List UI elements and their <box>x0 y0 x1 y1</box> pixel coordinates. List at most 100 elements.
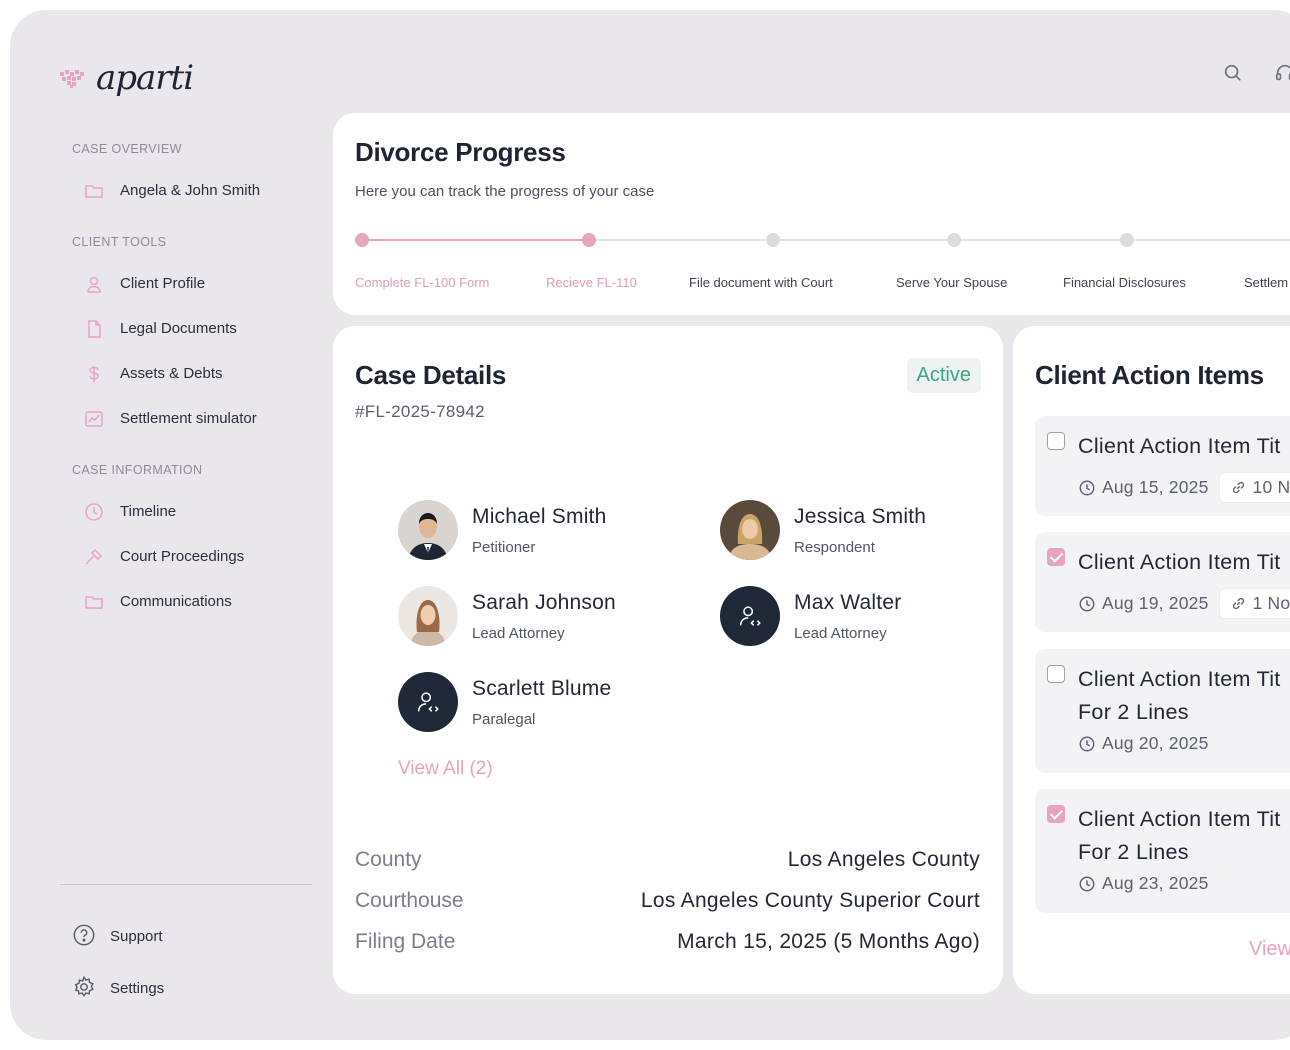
sidebar-item-label: Support <box>110 927 163 945</box>
sidebar-item-settings[interactable]: Settings <box>72 962 164 1014</box>
folder-icon <box>84 181 104 201</box>
sidebar-item-label: Timeline <box>120 503 177 520</box>
person-name: Scarlett Blume <box>472 676 612 700</box>
notes-chip[interactable]: 1 No <box>1218 588 1290 619</box>
search-icon[interactable] <box>1222 62 1246 86</box>
person-role: Respondent <box>794 538 875 556</box>
sidebar-item-label: Settlement simulator <box>120 410 257 427</box>
action-item-meta: Aug 23, 2025 <box>1078 873 1209 894</box>
info-key: Filing Date <box>355 930 456 953</box>
sidebar-item-communications[interactable]: Communications <box>60 579 315 624</box>
action-item-title: Client Action Item Tit For 2 Lines <box>1078 667 1281 724</box>
view-all-link[interactable]: View All (2) <box>398 758 493 780</box>
progress-step-dot[interactable] <box>1120 233 1134 247</box>
user-icon <box>84 274 104 294</box>
person-name: Max Walter <box>794 590 902 614</box>
sidebar-item-support[interactable]: Support <box>72 910 164 962</box>
person-card[interactable]: Michael Smith Petitioner <box>398 500 606 560</box>
document-icon <box>84 319 104 339</box>
info-value: Los Angeles County Superior Court <box>640 889 980 912</box>
action-items-card: Client Action Items Client Action Item T… <box>1013 326 1290 994</box>
action-item[interactable]: Client Action Item Tit Aug 15, 2025 10 N <box>1035 416 1290 516</box>
person-name: Michael Smith <box>472 504 607 528</box>
action-item[interactable]: Client Action Item Tit For 2 Lines Aug 23… <box>1035 789 1290 913</box>
progress-step-label[interactable]: Complete FL-100 Form <box>355 275 489 290</box>
notes-chip[interactable]: 10 N <box>1218 472 1290 503</box>
sidebar-divider <box>60 884 312 885</box>
info-row-county: County Los Angeles County <box>355 848 980 872</box>
dollar-icon <box>84 364 104 384</box>
action-item-title: Client Action Item Tit For 2 Lines <box>1078 807 1281 864</box>
action-item-date: Aug 23, 2025 <box>1102 873 1209 893</box>
progress-step-label[interactable]: Settlem <box>1244 275 1288 290</box>
sidebar-item-client-profile[interactable]: Client Profile <box>60 261 315 306</box>
sidebar-heading: CASE OVERVIEW <box>72 142 182 156</box>
link-icon <box>1232 597 1244 610</box>
gavel-icon <box>84 547 104 567</box>
view-all-actions-link[interactable]: View <box>1249 938 1290 961</box>
sidebar-heading: CLIENT TOOLS <box>72 235 167 249</box>
avatar <box>398 672 458 732</box>
brand-logo[interactable]: aparti <box>60 58 194 98</box>
progress-step-dot[interactable] <box>766 233 780 247</box>
sidebar-item-timeline[interactable]: Timeline <box>60 489 315 534</box>
progress-step-dot[interactable] <box>355 233 369 247</box>
top-toolbar <box>1222 62 1290 86</box>
checkbox[interactable] <box>1047 548 1065 566</box>
heart-logo-icon <box>60 70 84 88</box>
info-row-courthouse: Courthouse Los Angeles County Superior C… <box>355 889 980 913</box>
sidebar-item-assets-debts[interactable]: Assets & Debts <box>60 351 315 396</box>
case-number: #FL-2025-78942 <box>355 402 485 421</box>
clock-icon <box>1079 876 1095 891</box>
sidebar-item-settlement-simulator[interactable]: Settlement simulator <box>60 396 315 441</box>
link-icon <box>1232 481 1244 494</box>
avatar <box>720 500 780 560</box>
sidebar-item-label: Angela & John Smith <box>120 182 261 199</box>
person-role: Paralegal <box>472 710 536 728</box>
progress-line-completed <box>362 239 589 241</box>
person-card[interactable]: Jessica Smith Respondent <box>720 500 926 560</box>
chart-icon <box>84 409 104 429</box>
user-code-icon <box>739 606 761 626</box>
sidebar-item-label: Court Proceedings <box>120 548 245 565</box>
info-row-filing-date: Filing Date March 15, 2025 (5 Months Ago… <box>355 930 980 954</box>
action-item[interactable]: Client Action Item Tit For 2 Lines Aug 20… <box>1035 649 1290 773</box>
sidebar-item-label: Client Profile <box>120 275 206 292</box>
sidebar-item-label: Legal Documents <box>120 320 237 337</box>
brand-name: aparti <box>96 58 194 98</box>
avatar <box>720 586 780 646</box>
info-key: County <box>355 848 422 871</box>
action-item-meta: Aug 20, 2025 <box>1078 733 1209 754</box>
sidebar-section-case-overview: CASE OVERVIEW Angela & John Smith <box>60 142 315 213</box>
person-name: Sarah Johnson <box>472 590 616 614</box>
info-value: March 15, 2025 (5 Months Ago) <box>677 930 980 953</box>
action-item-date: Aug 20, 2025 <box>1102 733 1209 753</box>
headset-icon[interactable] <box>1274 62 1290 86</box>
person-card[interactable]: Scarlett Blume Paralegal <box>398 672 611 732</box>
progress-step-label[interactable]: File document with Court <box>689 275 833 290</box>
person-card[interactable]: Max Walter Lead Attorney <box>720 586 901 646</box>
clock-icon <box>1079 736 1095 751</box>
sidebar-item-legal-documents[interactable]: Legal Documents <box>60 306 315 351</box>
sidebar-section-case-information: CASE INFORMATION Timeline Court Proceedi… <box>60 463 315 624</box>
progress-step-label[interactable]: Serve Your Spouse <box>896 275 1007 290</box>
progress-step-dot[interactable] <box>582 233 596 247</box>
checkbox[interactable] <box>1047 432 1065 450</box>
avatar <box>398 586 458 646</box>
action-item[interactable]: Client Action Item Tit Aug 19, 2025 1 No <box>1035 532 1290 632</box>
progress-subtitle: Here you can track the progress of your … <box>355 183 655 200</box>
progress-step-label[interactable]: Recieve FL-110 <box>546 275 637 290</box>
person-card[interactable]: Sarah Johnson Lead Attorney <box>398 586 616 646</box>
sidebar-item-court-proceedings[interactable]: Court Proceedings <box>60 534 315 579</box>
info-key: Courthouse <box>355 889 464 912</box>
checkbox[interactable] <box>1047 805 1065 823</box>
progress-step-dot[interactable] <box>947 233 961 247</box>
case-details-title: Case Details <box>355 360 507 390</box>
progress-title: Divorce Progress <box>355 137 566 167</box>
checkbox[interactable] <box>1047 665 1065 683</box>
action-item-meta: Aug 15, 2025 10 N <box>1078 472 1290 503</box>
clock-icon <box>1079 596 1095 611</box>
sidebar-item-case[interactable]: Angela & John Smith <box>60 168 315 213</box>
action-item-title: Client Action Item Tit <box>1078 434 1281 458</box>
progress-step-label[interactable]: Financial Disclosures <box>1063 275 1186 290</box>
